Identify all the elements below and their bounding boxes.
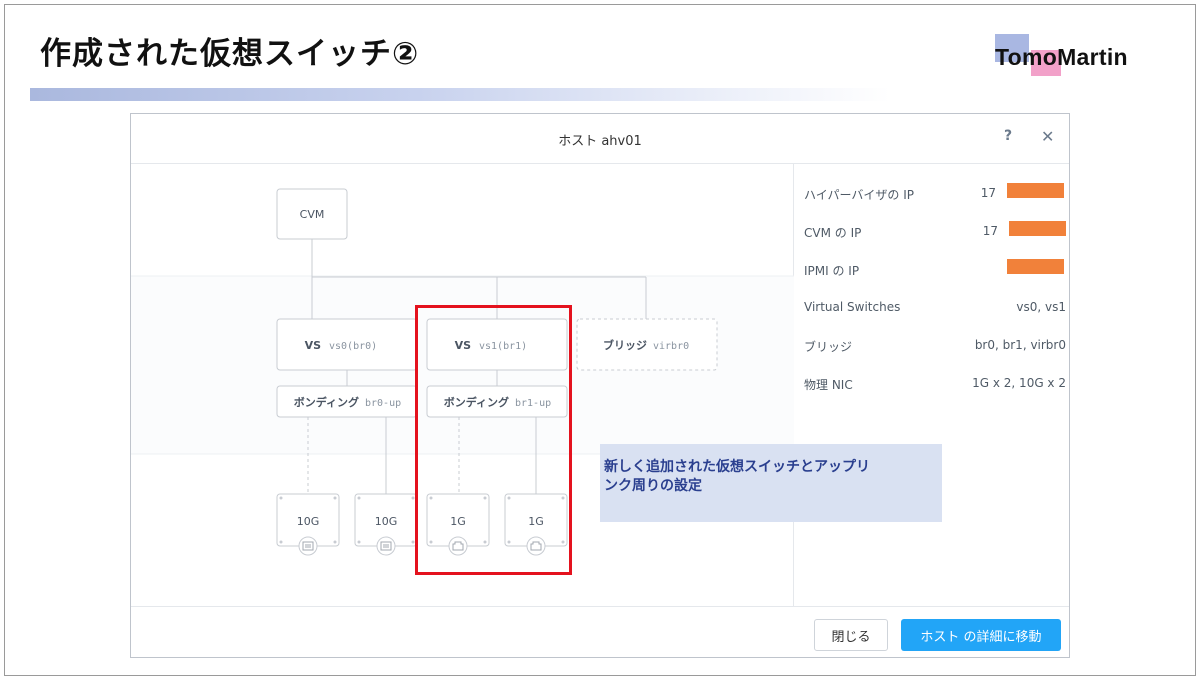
info-label: IPMI の IP [804,264,860,278]
info-label: ハイパーバイザの IP [804,188,914,202]
network-diagram: CVM VS vs0(br0) VS vs1(br1) ブリッジ virbr0 … [131,164,794,606]
info-value: 1G x 2, 10G x 2 [972,376,1066,390]
redaction-mark [1007,259,1064,274]
modal-header: ホスト ahv01 ? ✕ [131,114,1069,164]
callout-line-1: 新しく追加された仮想スイッチとアップリ [604,459,870,475]
fiber-port-icon [298,536,318,556]
logo: TomoMartin [995,34,1155,84]
nic-10g-1-label: 10G [297,515,320,528]
cvm-label: CVM [300,208,325,221]
vs0-label: VS [305,339,322,352]
nic-1g-1[interactable]: 1G [426,493,490,556]
redaction-mark [1009,221,1066,236]
cvm-node[interactable]: CVM [276,188,348,240]
go-to-host-details-button[interactable]: ホスト の詳細に移動 [901,619,1061,651]
fiber-port-icon [376,536,396,556]
nic-1g-2[interactable]: 1G [504,493,568,556]
info-row-ipmi-ip: IPMI の IP [804,259,1066,282]
logo-text: TomoMartin [995,44,1128,71]
title-underline-bar [30,88,890,101]
info-row-cvm-ip: CVM の IP 17 [804,221,1066,244]
bond1-node[interactable]: ボンディング br1-up [426,385,568,418]
info-row-hypervisor-ip: ハイパーバイザの IP 17 [804,183,1066,206]
info-label: 物理 NIC [804,378,853,392]
host-modal: ホスト ahv01 ? ✕ CVM VS vs0(br0) VS vs1(br1… [130,113,1070,658]
info-row-physical-nic: 物理 NIC 1G x 2, 10G x 2 [804,376,1066,396]
bond0-name: br0-up [365,398,401,409]
nic-10g-2-label: 10G [375,515,398,528]
info-label: CVM の IP [804,226,862,240]
nic-10g-2[interactable]: 10G [354,493,418,556]
bridge-node[interactable]: ブリッジ virbr0 [576,318,718,371]
bond0-label: ボンディング [294,395,359,409]
ethernet-port-icon [526,536,546,556]
bridge-label: ブリッジ [603,338,647,352]
slide-title: 作成された仮想スイッチ② [40,36,420,72]
nic-1g-1-label: 1G [450,515,466,528]
callout-line-2: ンク周りの設定 [604,478,702,494]
bond1-name: br1-up [515,398,551,409]
info-row-virtual-switches: Virtual Switches vs0, vs1 [804,300,1066,320]
close-icon[interactable]: ✕ [1041,127,1054,146]
bridge-name: virbr0 [653,341,689,352]
vs1-node[interactable]: VS vs1(br1) [426,318,568,371]
info-value: 17 [980,186,996,200]
close-button[interactable]: 閉じる [814,619,888,651]
bond1-label: ボンディング [444,395,509,409]
vs1-name: vs1(br1) [479,341,527,352]
nic-10g-1[interactable]: 10G [276,493,340,556]
vs1-label: VS [455,339,472,352]
logo-text-suffix: Martin [1057,44,1128,70]
redaction-mark [1007,183,1064,198]
network-diagram-svg: CVM VS vs0(br0) VS vs1(br1) ブリッジ virbr0 … [131,188,794,556]
info-row-bridges: ブリッジ br0, br1, virbr0 [804,338,1066,358]
info-value: vs0, vs1 [1016,300,1066,314]
nic-1g-2-label: 1G [528,515,544,528]
info-label: ブリッジ [804,340,853,354]
info-value: br0, br1, virbr0 [974,338,1066,352]
bond0-node[interactable]: ボンディング br0-up [276,385,418,418]
logo-text-prefix: Tomo [995,44,1058,70]
modal-title: ホスト ahv01 [558,134,642,149]
vs0-node[interactable]: VS vs0(br0) [276,318,418,371]
modal-footer: 閉じる ホスト の詳細に移動 [131,606,1069,658]
info-label: Virtual Switches [804,300,901,314]
callout-note: 新しく追加された仮想スイッチとアップリ ンク周りの設定 [600,444,942,522]
info-value: 17 [982,224,998,238]
help-icon[interactable]: ? [1004,128,1012,144]
vs0-name: vs0(br0) [329,341,377,352]
ethernet-port-icon [448,536,468,556]
